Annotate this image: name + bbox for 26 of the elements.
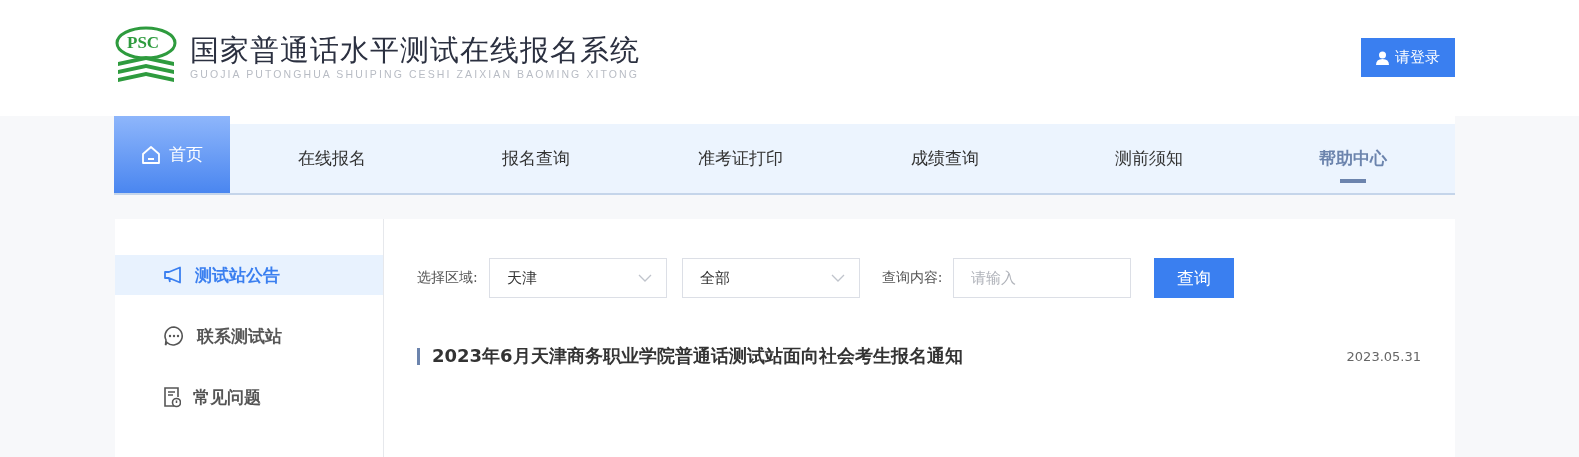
login-button[interactable]: 请登录 bbox=[1361, 38, 1455, 77]
logo-badge-text: PSC bbox=[127, 33, 160, 53]
site-subtitle: GUOJIA PUTONGHUA SHUIPING CESHI ZAIXIAN BAOMING XITONG bbox=[190, 68, 640, 80]
query-label: 查询内容: bbox=[881, 269, 943, 287]
notice-date: 2023.05.31 bbox=[1346, 348, 1421, 364]
chat-icon bbox=[163, 325, 185, 347]
site-title: 国家普通话水平测试在线报名系统 bbox=[190, 32, 640, 68]
region-label: 选择区域: bbox=[417, 269, 478, 287]
nav-tab[interactable]: 准考证打印 bbox=[638, 116, 843, 193]
home-icon bbox=[141, 144, 161, 165]
category-select[interactable]: 全部 bbox=[681, 258, 860, 298]
sidebar-item[interactable]: 常见问题 bbox=[115, 377, 383, 417]
nav-tab[interactable]: 报名查询 bbox=[434, 116, 639, 193]
user-icon bbox=[1376, 50, 1389, 65]
nav-tab[interactable]: 成绩查询 bbox=[842, 116, 1047, 193]
notice-title[interactable]: 2023年6月天津商务职业学院普通话测试站面向社会考生报名通知 bbox=[432, 344, 1347, 368]
nav-tab[interactable]: 在线报名 bbox=[230, 116, 435, 193]
query-field[interactable]: 请输入 bbox=[953, 258, 1132, 298]
megaphone-icon bbox=[163, 266, 183, 284]
nav-tab[interactable]: 测前须知 bbox=[1046, 116, 1251, 193]
region-select[interactable]: 天津 bbox=[488, 258, 667, 298]
chevron-down-icon bbox=[830, 274, 845, 282]
chevron-down-icon bbox=[637, 274, 652, 282]
search-button[interactable]: 查询 bbox=[1154, 258, 1235, 298]
document-icon bbox=[163, 386, 181, 408]
sidebar-item[interactable]: 联系测试站 bbox=[115, 316, 383, 356]
